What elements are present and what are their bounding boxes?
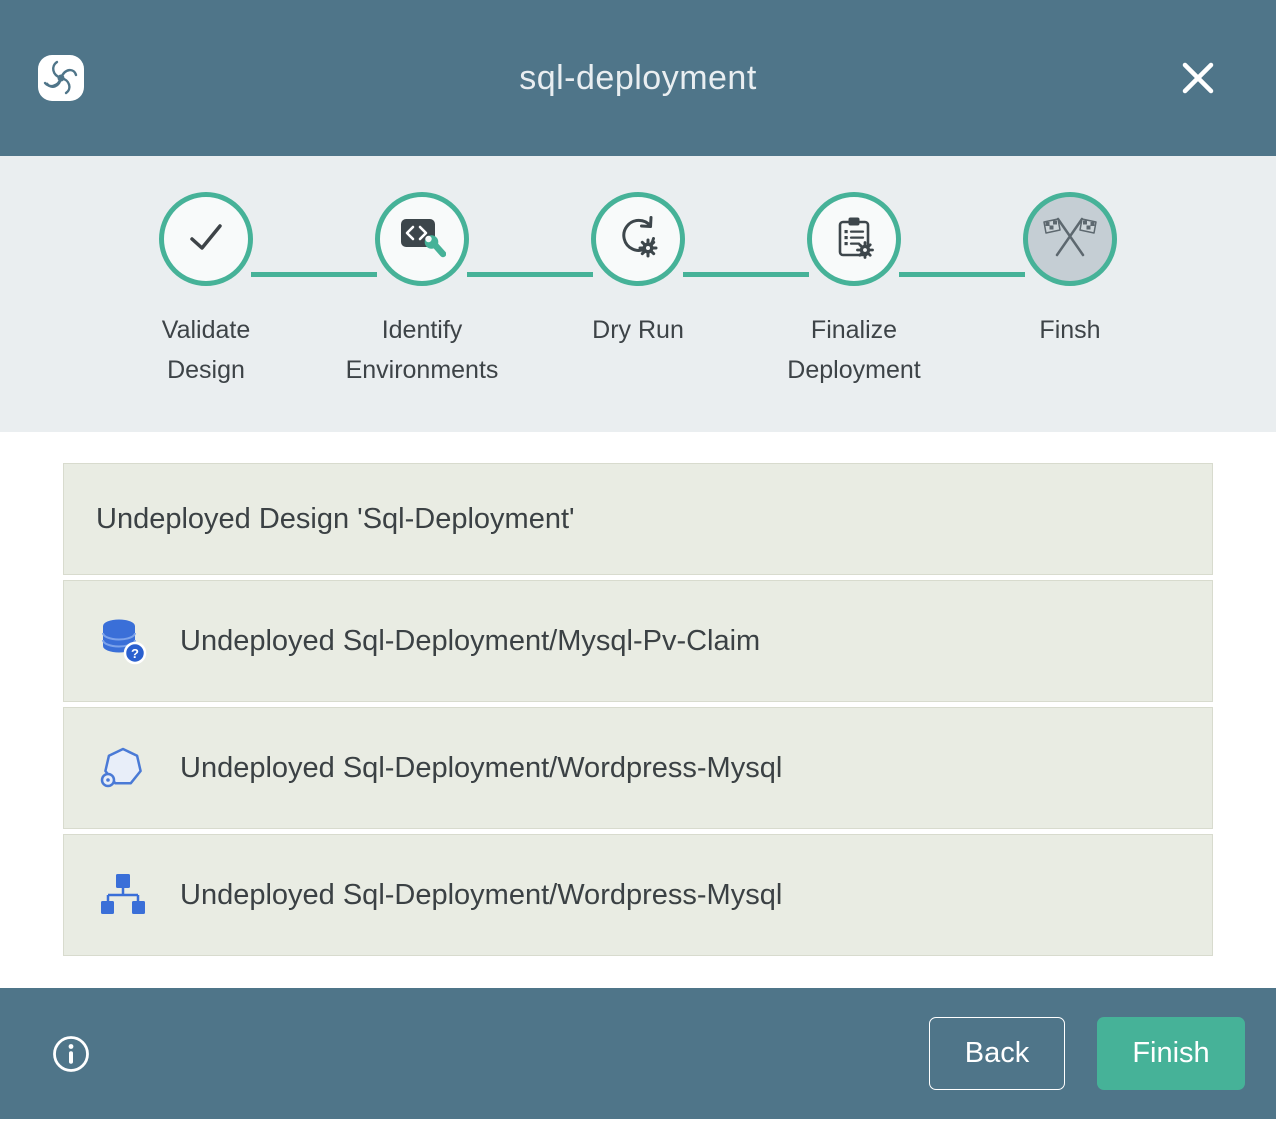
database-icon: ? bbox=[96, 613, 150, 669]
modal-footer: Back Finish bbox=[0, 988, 1276, 1119]
step-circle bbox=[159, 192, 253, 286]
result-text: Undeployed Sql-Deployment/Wordpress-Mysq… bbox=[180, 879, 782, 912]
svg-text:?: ? bbox=[131, 646, 139, 661]
step-finish: Finsh bbox=[962, 192, 1178, 390]
checkered-flags-icon bbox=[1042, 213, 1098, 266]
list-item: ? Undeployed Sql-Deployment/Mysql-Pv-Cla… bbox=[63, 580, 1213, 702]
back-button[interactable]: Back bbox=[929, 1017, 1065, 1090]
step-identify-environments: Identify Environments bbox=[314, 192, 530, 390]
pod-icon bbox=[96, 740, 150, 796]
code-wrench-icon bbox=[398, 214, 446, 265]
step-label: Finsh bbox=[1039, 310, 1100, 350]
result-text: Undeployed Sql-Deployment/Mysql-Pv-Claim bbox=[180, 625, 760, 658]
list-item: Undeployed Sql-Deployment/Wordpress-Mysq… bbox=[63, 834, 1213, 956]
bottom-strip bbox=[0, 1119, 1276, 1125]
finish-button[interactable]: Finish bbox=[1097, 1017, 1245, 1090]
clipboard-gear-icon bbox=[830, 213, 878, 266]
list-item: Undeployed Sql-Deployment/Wordpress-Mysq… bbox=[63, 707, 1213, 829]
modal-title: sql-deployment bbox=[519, 59, 757, 98]
step-label: Identify Environments bbox=[336, 310, 508, 390]
step-circle bbox=[375, 192, 469, 286]
list-item: Undeployed Design 'Sql-Deployment' bbox=[63, 463, 1213, 575]
deployment-wizard-modal: sql-deployment Validate Design bbox=[0, 0, 1276, 1125]
close-icon[interactable] bbox=[1176, 56, 1220, 100]
topology-icon bbox=[96, 867, 150, 923]
app-logo-icon bbox=[36, 53, 86, 103]
step-dry-run: Dry Run bbox=[530, 192, 746, 390]
results-panel: Undeployed Design 'Sql-Deployment' ? Und… bbox=[0, 432, 1276, 988]
step-circle bbox=[807, 192, 901, 286]
step-label: Finalize Deployment bbox=[768, 310, 940, 390]
step-circle bbox=[1023, 192, 1117, 286]
step-label: Validate Design bbox=[120, 310, 292, 390]
step-circle bbox=[591, 192, 685, 286]
step-finalize-deployment: Finalize Deployment bbox=[746, 192, 962, 390]
modal-header: sql-deployment bbox=[0, 0, 1276, 156]
wizard-stepper: Validate Design Ident bbox=[0, 156, 1276, 432]
info-icon[interactable] bbox=[50, 1033, 92, 1075]
step-validate-design: Validate Design bbox=[98, 192, 314, 390]
result-text: Undeployed Design 'Sql-Deployment' bbox=[96, 503, 575, 536]
check-icon bbox=[183, 214, 229, 265]
result-text: Undeployed Sql-Deployment/Wordpress-Mysq… bbox=[180, 752, 782, 785]
step-label: Dry Run bbox=[592, 310, 684, 350]
sync-gear-icon bbox=[614, 213, 662, 266]
